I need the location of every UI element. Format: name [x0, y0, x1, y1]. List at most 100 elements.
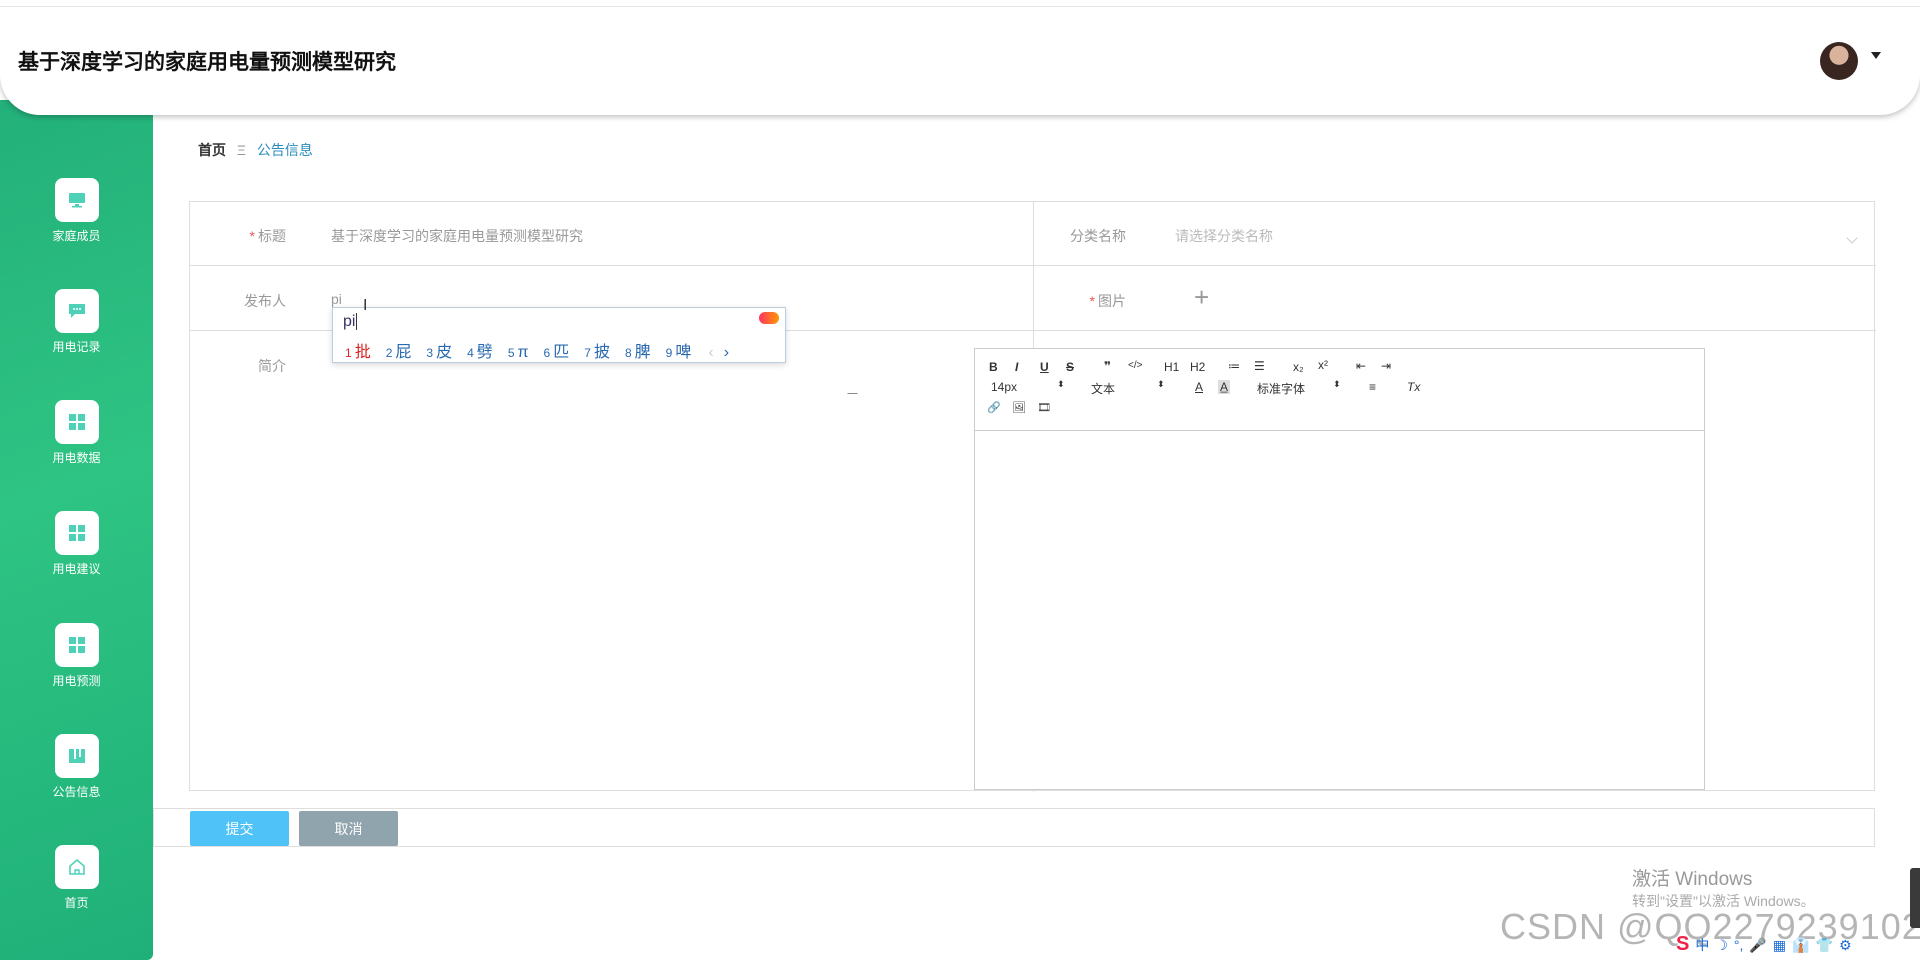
- text-cursor-icon: I: [363, 297, 368, 314]
- sidebar-item-usage-forecast[interactable]: 用电预测: [0, 623, 153, 715]
- code-block-icon[interactable]: </>: [1128, 360, 1142, 371]
- ime-candidate[interactable]: 9啤: [666, 344, 692, 361]
- font-color-icon[interactable]: A: [1195, 380, 1203, 394]
- row-divider: [190, 265, 1876, 266]
- publisher-input[interactable]: pi: [331, 291, 342, 307]
- resize-handle-icon[interactable]: [847, 384, 867, 394]
- grid-icon: [54, 511, 99, 555]
- ime-composition: pi: [343, 313, 358, 331]
- underline-icon[interactable]: U: [1040, 360, 1049, 374]
- bold-icon[interactable]: B: [989, 360, 998, 374]
- chevron-updown-icon[interactable]: ⬍: [1157, 379, 1165, 390]
- chinese-mode-icon[interactable]: 中: [1695, 937, 1709, 953]
- required-mark: *: [1089, 293, 1095, 309]
- ime-candidate[interactable]: 5π: [508, 344, 529, 361]
- site-title: 基于深度学习的家庭用电量预测模型研究: [18, 51, 396, 74]
- page: 家庭成员 用电记录 用电数据 用电建议 用电预测 公告信息 首页 基于深度学习的…: [0, 0, 1920, 960]
- book-icon: [54, 734, 99, 778]
- ime-candidate[interactable]: 4劈: [467, 344, 493, 361]
- ime-candidate[interactable]: 8脾: [625, 344, 651, 361]
- superscript-icon[interactable]: x²: [1318, 358, 1328, 372]
- sidebar-item-label: 家庭成员: [52, 229, 101, 243]
- cancel-button[interactable]: 取消: [299, 811, 398, 846]
- chevron-down-icon[interactable]: [1846, 232, 1858, 244]
- breadcrumb-separator: Ξ: [236, 142, 246, 158]
- skin-icon[interactable]: 👕: [1816, 937, 1833, 953]
- sidebar-item-usage-records[interactable]: 用电记录: [0, 289, 153, 381]
- link-icon[interactable]: 🔗: [987, 401, 1001, 414]
- ime-candidate[interactable]: 6匹: [544, 344, 570, 361]
- editor-toolbar: B I U S ❞ </> H1 H2 ≔ ☰ x₂ x² ⇤ ⇥ 14px ⬍…: [975, 349, 1704, 431]
- sidebar-item-family-members[interactable]: 家庭成员: [0, 178, 153, 270]
- submit-button[interactable]: 提交: [190, 811, 289, 846]
- plus-icon[interactable]: +: [1194, 284, 1209, 310]
- indent-icon[interactable]: ⇥: [1381, 359, 1391, 373]
- category-select[interactable]: 请选择分类名称: [1175, 226, 1273, 246]
- font-size-select[interactable]: 14px: [991, 380, 1017, 394]
- italic-icon[interactable]: I: [1015, 360, 1018, 374]
- outdent-icon[interactable]: ⇤: [1356, 359, 1366, 373]
- ime-candidate[interactable]: 1批: [345, 344, 371, 361]
- ime-candidate[interactable]: 7披: [584, 344, 610, 361]
- ime-skin-icon[interactable]: [759, 312, 779, 324]
- heading-2-icon[interactable]: H2: [1190, 360, 1205, 374]
- subscript-icon[interactable]: x₂: [1293, 360, 1304, 374]
- sidebar-item-home[interactable]: 首页: [0, 845, 153, 937]
- align-icon[interactable]: ≡: [1369, 380, 1376, 394]
- sidebar: 家庭成员 用电记录 用电数据 用电建议 用电预测 公告信息 首页: [0, 100, 153, 960]
- ordered-list-icon[interactable]: ≔: [1228, 359, 1240, 373]
- publisher-label: 发布人: [244, 293, 286, 309]
- font-family-select[interactable]: 标准字体: [1257, 380, 1305, 397]
- required-mark: *: [249, 228, 255, 244]
- chat-icon: [54, 289, 99, 333]
- summary-label: 简介: [258, 358, 286, 374]
- image-label: * 图片: [1089, 293, 1126, 309]
- sidebar-item-label: 用电预测: [52, 674, 101, 688]
- heading-1-icon[interactable]: H1: [1164, 360, 1179, 374]
- home-icon: [54, 845, 99, 889]
- edge-widget: [1910, 868, 1920, 928]
- blockquote-icon[interactable]: ❞: [1104, 359, 1111, 373]
- bullet-list-icon[interactable]: ☰: [1254, 359, 1265, 373]
- chevron-updown-icon[interactable]: ⬍: [1057, 379, 1065, 390]
- header-divider: [0, 6, 1920, 7]
- background-color-icon[interactable]: A̲: [1218, 380, 1231, 394]
- sidebar-item-label: 用电数据: [52, 451, 101, 465]
- ime-prev-page-icon[interactable]: ‹: [708, 344, 713, 361]
- rich-text-editor: B I U S ❞ </> H1 H2 ≔ ☰ x₂ x² ⇤ ⇥ 14px ⬍…: [974, 348, 1705, 790]
- form-actions: 提交 取消: [153, 808, 1875, 847]
- strikethrough-icon[interactable]: S: [1066, 360, 1074, 374]
- monitor-icon: [54, 178, 99, 222]
- block-type-select[interactable]: 文本: [1091, 380, 1115, 397]
- breadcrumb-home[interactable]: 首页: [198, 142, 226, 158]
- sidebar-item-label: 用电记录: [52, 340, 101, 354]
- title-label: * 标题: [249, 228, 286, 244]
- sidebar-item-label: 首页: [64, 896, 89, 910]
- sogou-ime-icon[interactable]: S: [1676, 933, 1689, 955]
- punctuation-icon[interactable]: °,: [1734, 937, 1744, 953]
- sidebar-item-usage-advice[interactable]: 用电建议: [0, 511, 153, 603]
- moon-icon[interactable]: ☽: [1715, 937, 1728, 953]
- shirt-icon[interactable]: 👔: [1792, 937, 1809, 953]
- ime-candidate[interactable]: 2屁: [386, 344, 412, 361]
- ime-candidate-window: pi 1 批 2 屁 3 皮 4 劈 5 π 6 匹 7 披 8 脾 9 啤 ‹ ›: [332, 307, 786, 363]
- title-input[interactable]: 基于深度学习的家庭用电量预测模型研究: [331, 226, 583, 246]
- sidebar-item-usage-data[interactable]: 用电数据: [0, 400, 153, 492]
- system-tray: S 中 ☽ °, 🎤 ▦ 👔 👕 ⚙: [1676, 933, 1920, 955]
- settings-icon[interactable]: ⚙: [1839, 937, 1852, 953]
- ime-next-page-icon[interactable]: ›: [724, 344, 729, 361]
- ime-candidate[interactable]: 3皮: [426, 344, 452, 361]
- grid-icon: [54, 623, 99, 667]
- clear-format-icon[interactable]: Tx: [1407, 380, 1420, 394]
- sidebar-item-label: 用电建议: [52, 562, 101, 576]
- top-header: 基于深度学习的家庭用电量预测模型研究: [0, 0, 1920, 115]
- chevron-down-icon[interactable]: [1871, 52, 1881, 59]
- video-icon[interactable]: 🎞: [1037, 401, 1051, 414]
- keyboard-icon[interactable]: ▦: [1773, 937, 1786, 953]
- sidebar-item-announcements[interactable]: 公告信息: [0, 734, 153, 826]
- microphone-icon[interactable]: 🎤: [1749, 937, 1766, 953]
- breadcrumb-current[interactable]: 公告信息: [257, 142, 313, 158]
- image-icon[interactable]: 🖼: [1012, 401, 1026, 414]
- chevron-updown-icon[interactable]: ⬍: [1333, 379, 1341, 390]
- user-avatar[interactable]: [1820, 42, 1858, 80]
